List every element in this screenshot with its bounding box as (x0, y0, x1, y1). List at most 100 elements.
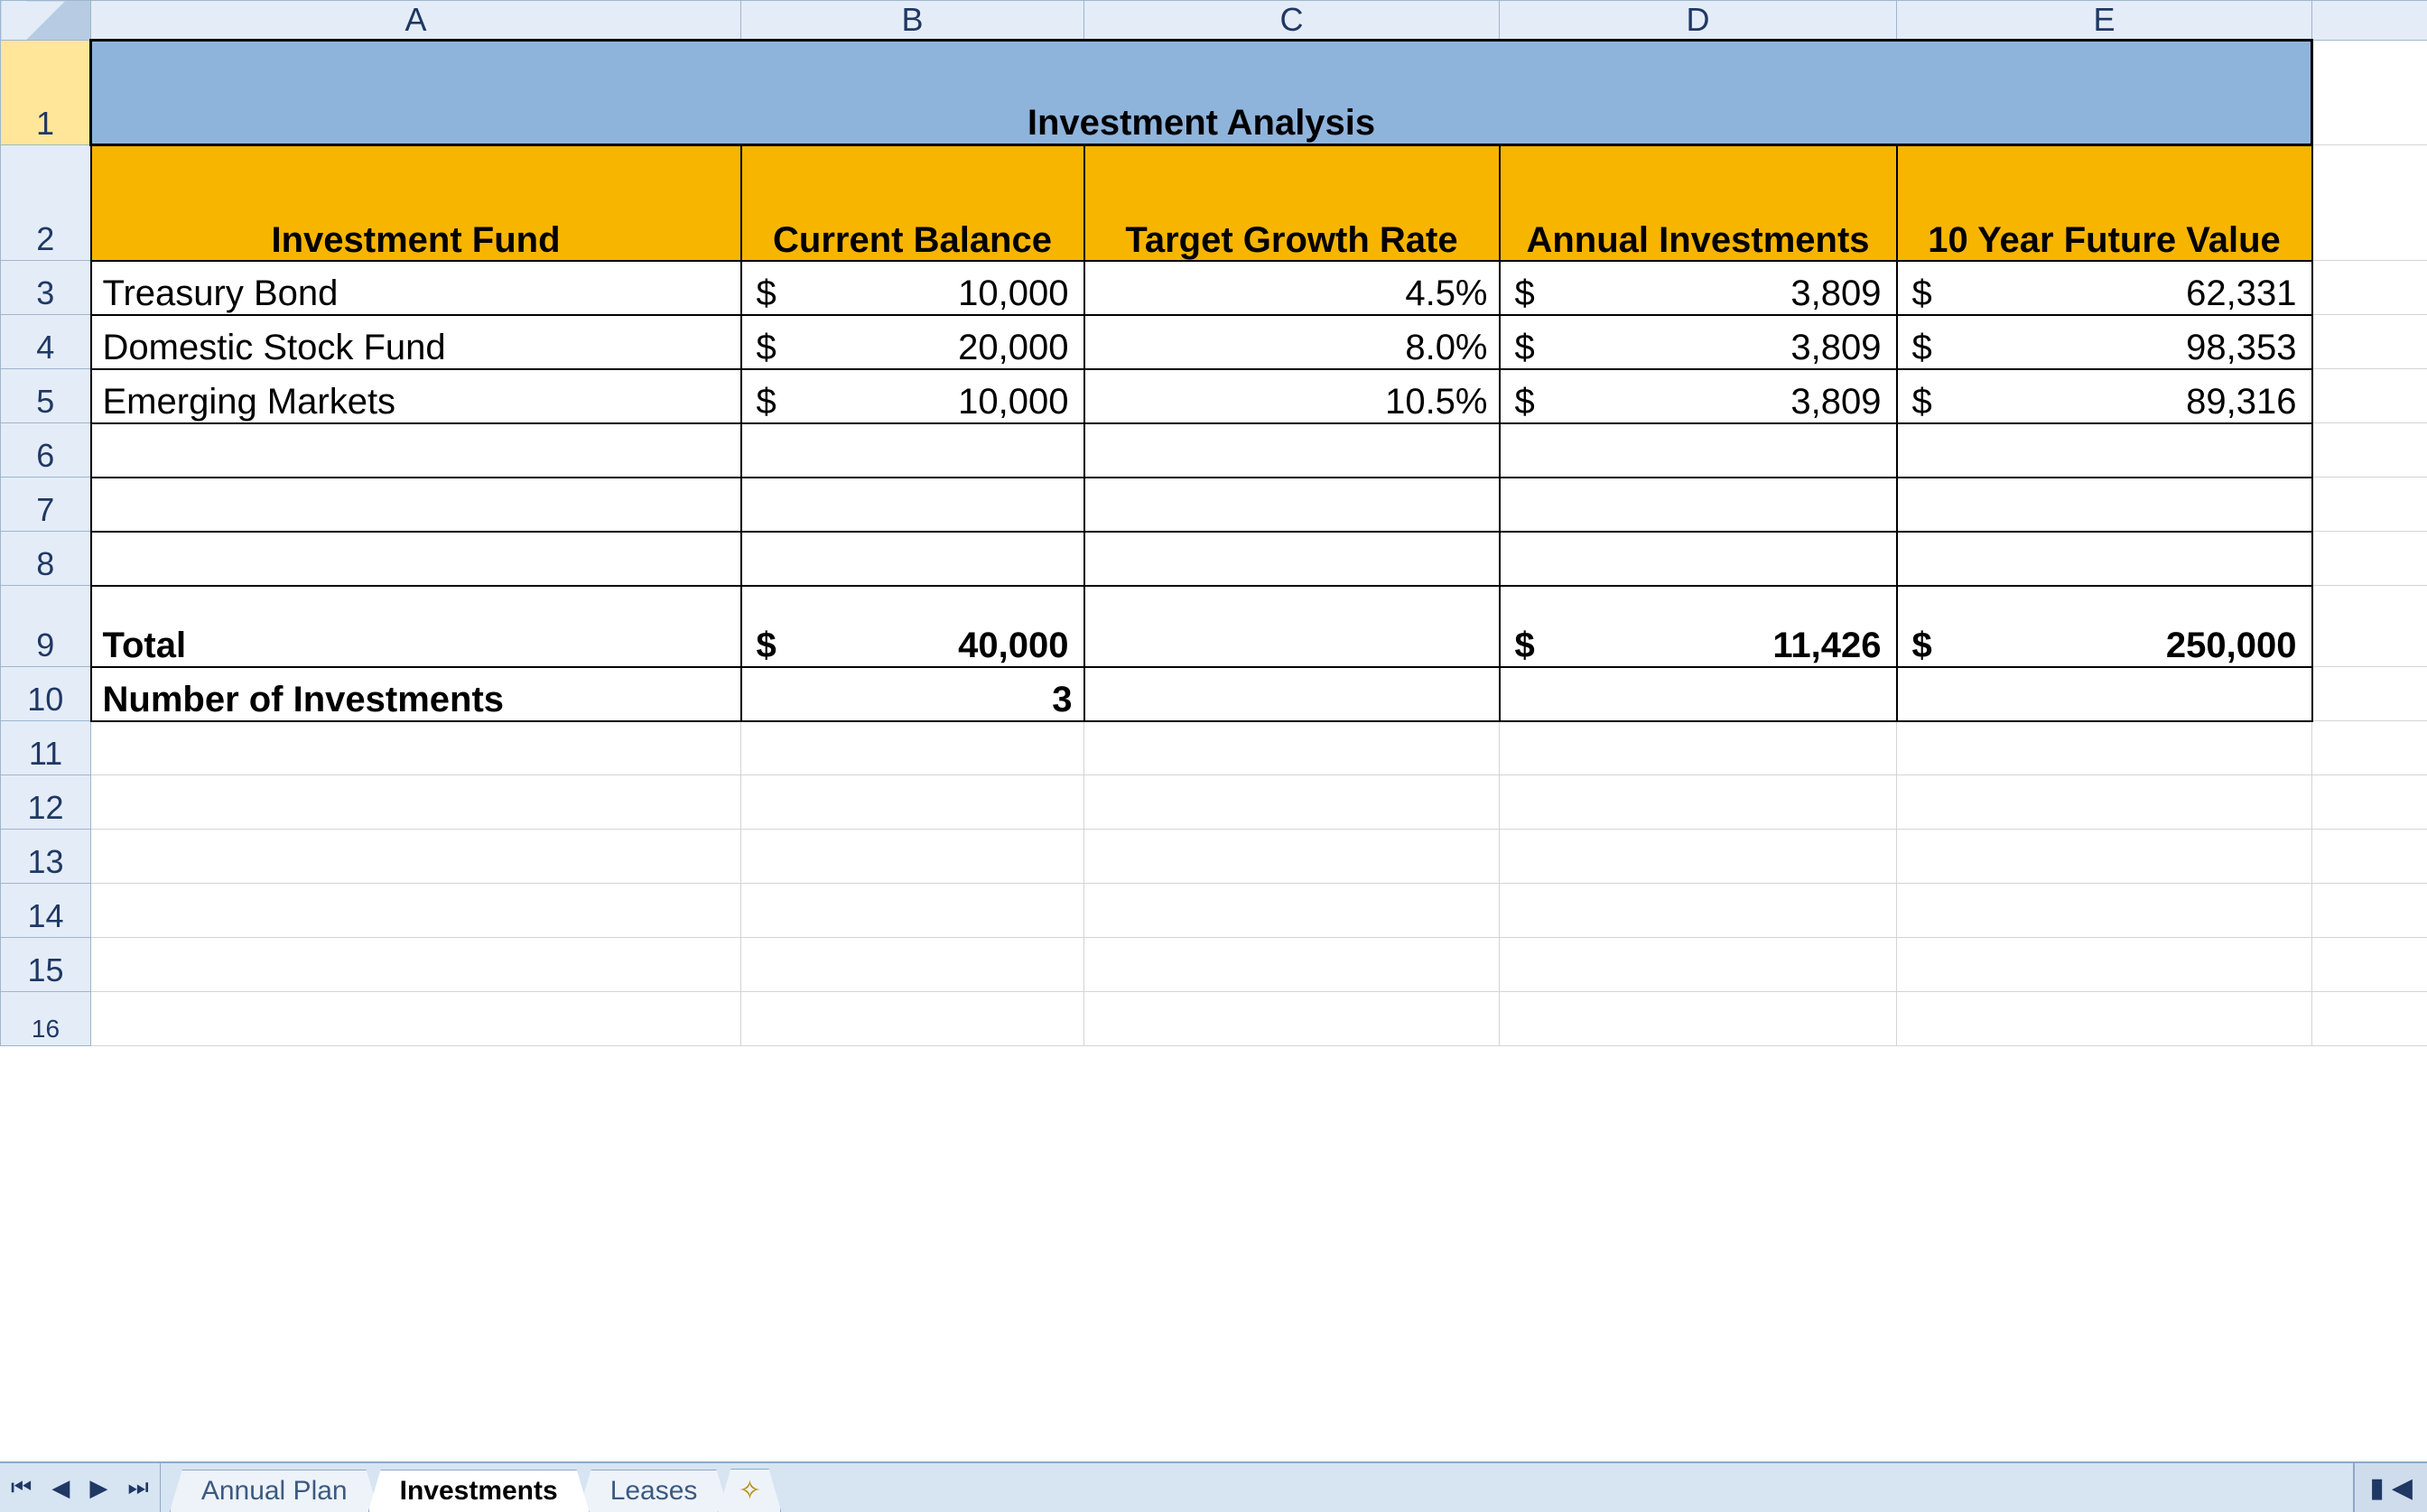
title-cell[interactable]: Investment Analysis (91, 41, 2312, 145)
cell-D8[interactable] (1500, 532, 1897, 586)
header-annual-investments[interactable]: Annual Investments (1500, 145, 1897, 261)
scroll-left-arrow-icon[interactable]: ◀ (2392, 1472, 2413, 1504)
sheet-tab-annual-plan[interactable]: Annual Plan (170, 1470, 379, 1512)
cell-F7[interactable] (2312, 478, 2427, 532)
cell-A5[interactable]: Emerging Markets (91, 369, 741, 423)
cell-E13[interactable] (1897, 830, 2312, 884)
tab-nav-last-icon[interactable]: ⏭ (127, 1473, 148, 1502)
row-header-5[interactable]: 5 (1, 369, 91, 423)
cell-A15[interactable] (91, 938, 741, 992)
cell-D4[interactable]: $3,809 (1500, 315, 1897, 369)
row-header-16[interactable]: 16 (1, 992, 91, 1046)
cell-C14[interactable] (1084, 884, 1500, 938)
row-header-8[interactable]: 8 (1, 532, 91, 586)
cell-E7[interactable] (1897, 478, 2312, 532)
cell-C15[interactable] (1084, 938, 1500, 992)
cell-F11[interactable] (2312, 721, 2427, 775)
row-header-12[interactable]: 12 (1, 775, 91, 830)
cell-D13[interactable] (1500, 830, 1897, 884)
cell-C10[interactable] (1084, 667, 1500, 721)
cell-F3[interactable] (2312, 261, 2427, 315)
cell-B13[interactable] (741, 830, 1084, 884)
cell-D9[interactable]: $11,426 (1500, 586, 1897, 667)
cell-D16[interactable] (1500, 992, 1897, 1046)
cell-E4[interactable]: $98,353 (1897, 315, 2312, 369)
row-header-13[interactable]: 13 (1, 830, 91, 884)
tab-nav-prev-icon[interactable]: ◀ (51, 1474, 70, 1502)
row-header-1[interactable]: 1 (1, 41, 91, 145)
col-header-extra[interactable] (2312, 1, 2427, 41)
col-header-A[interactable]: A (91, 1, 741, 41)
cell-A4[interactable]: Domestic Stock Fund (91, 315, 741, 369)
row-header-10[interactable]: 10 (1, 667, 91, 721)
cell-A3[interactable]: Treasury Bond (91, 261, 741, 315)
cell-C6[interactable] (1084, 423, 1500, 478)
cell-B10[interactable]: 3 (741, 667, 1084, 721)
cell-E11[interactable] (1897, 721, 2312, 775)
cell-A7[interactable] (91, 478, 741, 532)
header-investment-fund[interactable]: Investment Fund (91, 145, 741, 261)
cell-A13[interactable] (91, 830, 741, 884)
new-sheet-button[interactable]: ✧ (718, 1469, 781, 1512)
cell-D7[interactable] (1500, 478, 1897, 532)
cell-F10[interactable] (2312, 667, 2427, 721)
header-target-growth-rate[interactable]: Target Growth Rate (1084, 145, 1500, 261)
cell-C11[interactable] (1084, 721, 1500, 775)
cell-B8[interactable] (741, 532, 1084, 586)
cell-D3[interactable]: $3,809 (1500, 261, 1897, 315)
header-current-balance[interactable]: Current Balance (741, 145, 1084, 261)
cell-B4[interactable]: $20,000 (741, 315, 1084, 369)
cell-F4[interactable] (2312, 315, 2427, 369)
cell-F9[interactable] (2312, 586, 2427, 667)
cell-B16[interactable] (741, 992, 1084, 1046)
horizontal-scroll-area[interactable]: ▮ ◀ (2353, 1463, 2427, 1512)
cell-F6[interactable] (2312, 423, 2427, 478)
cell-D12[interactable] (1500, 775, 1897, 830)
select-all-corner[interactable] (1, 1, 91, 41)
cell-C5[interactable]: 10.5% (1084, 369, 1500, 423)
cell-F2[interactable] (2312, 145, 2427, 261)
col-header-B[interactable]: B (741, 1, 1084, 41)
cell-A12[interactable] (91, 775, 741, 830)
cell-D15[interactable] (1500, 938, 1897, 992)
cell-B5[interactable]: $10,000 (741, 369, 1084, 423)
cell-E9[interactable]: $250,000 (1897, 586, 2312, 667)
cell-A14[interactable] (91, 884, 741, 938)
cell-A8[interactable] (91, 532, 741, 586)
cell-B6[interactable] (741, 423, 1084, 478)
row-header-3[interactable]: 3 (1, 261, 91, 315)
cell-E12[interactable] (1897, 775, 2312, 830)
cell-D11[interactable] (1500, 721, 1897, 775)
cell-D6[interactable] (1500, 423, 1897, 478)
row-header-9[interactable]: 9 (1, 586, 91, 667)
row-header-11[interactable]: 11 (1, 721, 91, 775)
cell-C12[interactable] (1084, 775, 1500, 830)
cell-F8[interactable] (2312, 532, 2427, 586)
cell-E14[interactable] (1897, 884, 2312, 938)
row-header-4[interactable]: 4 (1, 315, 91, 369)
cell-D14[interactable] (1500, 884, 1897, 938)
sheet-tab-investments[interactable]: Investments (368, 1470, 590, 1512)
cell-F5[interactable] (2312, 369, 2427, 423)
cell-E10[interactable] (1897, 667, 2312, 721)
cell-B12[interactable] (741, 775, 1084, 830)
cell-C7[interactable] (1084, 478, 1500, 532)
cell-F12[interactable] (2312, 775, 2427, 830)
row-header-7[interactable]: 7 (1, 478, 91, 532)
cell-E6[interactable] (1897, 423, 2312, 478)
cell-B9[interactable]: $40,000 (741, 586, 1084, 667)
cell-B15[interactable] (741, 938, 1084, 992)
cell-A16[interactable] (91, 992, 741, 1046)
col-header-C[interactable]: C (1084, 1, 1500, 41)
cell-A9[interactable]: Total (91, 586, 741, 667)
col-header-E[interactable]: E (1897, 1, 2312, 41)
cell-E15[interactable] (1897, 938, 2312, 992)
sheet-tab-leases[interactable]: Leases (579, 1470, 730, 1512)
cell-E3[interactable]: $62,331 (1897, 261, 2312, 315)
cell-E5[interactable]: $89,316 (1897, 369, 2312, 423)
row-header-2[interactable]: 2 (1, 145, 91, 261)
row-header-15[interactable]: 15 (1, 938, 91, 992)
worksheet-area[interactable]: A B C D E 1 Investment Analysis 2 Invest… (0, 0, 2427, 1461)
row-header-6[interactable]: 6 (1, 423, 91, 478)
cell-C4[interactable]: 8.0% (1084, 315, 1500, 369)
